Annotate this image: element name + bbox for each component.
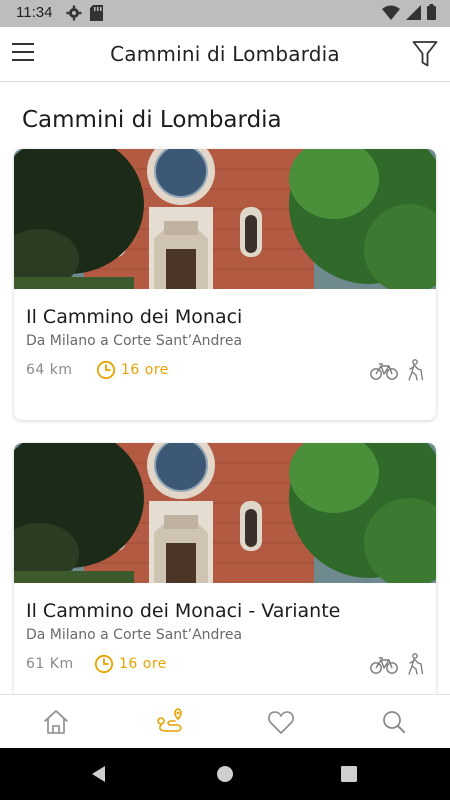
route-card[interactable]: Il Cammino dei Monaci - Variante Da Mila… — [14, 443, 436, 694]
signal-icon — [406, 4, 421, 20]
home-circle-icon[interactable] — [216, 765, 234, 783]
status-time: 11:34 — [16, 4, 53, 21]
route-list[interactable]: Cammini di Lombardia Il Cammino dei Mona… — [0, 82, 450, 694]
heart-icon[interactable] — [266, 707, 296, 737]
route-card[interactable]: Il Cammino dei Monaci Da Milano a Corte … — [14, 149, 436, 420]
route-map-icon[interactable] — [153, 707, 187, 737]
status-icons-right — [382, 4, 436, 20]
bicycle-icon — [370, 363, 398, 380]
route-distance: 64 km — [26, 362, 73, 378]
hiking-icon — [408, 359, 424, 381]
filter-funnel-icon[interactable] — [412, 40, 438, 68]
search-icon[interactable] — [379, 707, 409, 737]
bicycle-icon — [370, 657, 398, 674]
bottom-navigation — [0, 694, 450, 748]
page-heading: Cammini di Lombardia — [22, 107, 282, 133]
hiking-icon — [408, 653, 424, 675]
sd-card-icon — [90, 5, 103, 21]
clock-icon — [96, 360, 116, 380]
status-bar: 11:34 — [0, 0, 450, 27]
gear-icon — [66, 5, 82, 21]
battery-icon — [427, 4, 436, 20]
route-subtitle: Da Milano a Corte Sant’Andrea — [26, 333, 243, 349]
back-icon[interactable] — [90, 765, 108, 783]
church-photo — [14, 149, 436, 289]
route-subtitle: Da Milano a Corte Sant’Andrea — [26, 627, 243, 643]
route-title: Il Cammino dei Monaci — [26, 306, 243, 328]
route-distance: 61 Km — [26, 656, 74, 672]
system-navigation-bar — [0, 748, 450, 800]
recent-apps-icon[interactable] — [341, 766, 357, 782]
home-icon[interactable] — [41, 707, 71, 737]
app-title: Cammini di Lombardia — [110, 42, 340, 66]
wifi-icon — [382, 5, 400, 20]
church-photo — [14, 443, 436, 583]
route-duration: 16 ore — [121, 362, 169, 378]
app-bar: Cammini di Lombardia — [0, 27, 450, 82]
route-duration: 16 ore — [119, 656, 167, 672]
route-title: Il Cammino dei Monaci - Variante — [26, 600, 341, 622]
clock-icon — [94, 654, 114, 674]
